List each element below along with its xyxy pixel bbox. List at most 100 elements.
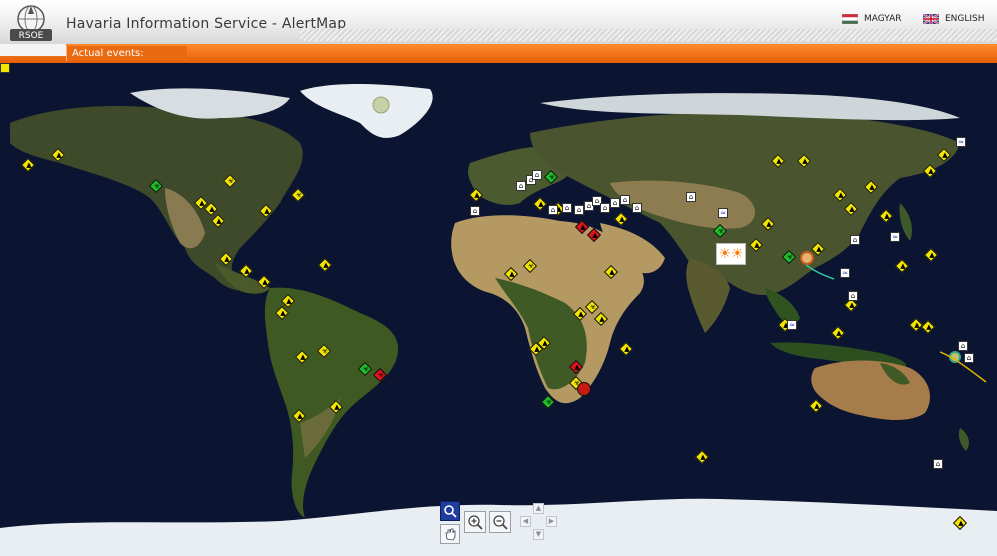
zoom-select-icon <box>444 505 457 518</box>
alert-marker-yellow[interactable]: ▲ <box>952 515 968 531</box>
language-english-label: ENGLISH <box>945 14 985 24</box>
alert-marker-yellow[interactable]: ▲ <box>808 398 824 414</box>
pan-up-icon[interactable]: ▲ <box>533 503 544 514</box>
alert-marker-yellow[interactable]: ☣ <box>522 258 538 274</box>
alert-marker-yellow[interactable]: ☣ <box>316 343 332 359</box>
alert-marker-green[interactable]: ☣ <box>543 169 559 185</box>
alert-marker-yellow[interactable]: ▲ <box>238 263 254 279</box>
alert-marker-yellow[interactable]: ▲ <box>218 251 234 267</box>
alert-marker-yellow[interactable]: ▲ <box>50 147 66 163</box>
svg-text:RSOE: RSOE <box>19 31 44 41</box>
alert-marker-yellow[interactable]: ▲ <box>593 311 609 327</box>
alert-marker-green[interactable]: ☣ <box>712 223 728 239</box>
event-marker-square[interactable]: ⌂ <box>600 203 610 213</box>
alert-marker-green[interactable]: ☣ <box>357 361 373 377</box>
alert-marker-red[interactable]: ▲ <box>586 227 602 243</box>
legend-toggle-icon[interactable] <box>0 63 10 73</box>
event-marker-square[interactable]: ⌂ <box>548 205 558 215</box>
world-map[interactable]: ▲ ▲ ☣ ▲ ▲ ▲ ▲ ☣ ▲ ▲ ▲ ▲ ▲ ▲ ▲ ☣ ▲ ▲ ▲ ▲ … <box>0 63 997 556</box>
alert-marker-green[interactable]: ☣ <box>540 394 556 410</box>
event-marker-square[interactable]: ⌂ <box>632 203 642 213</box>
zoom-in-button[interactable] <box>464 511 486 533</box>
event-marker-square[interactable]: ⌂ <box>470 206 480 216</box>
language-hungarian-label: MAGYAR <box>864 14 902 24</box>
alert-marker-yellow[interactable]: ▲ <box>468 187 484 203</box>
actual-events-label: Actual events: <box>72 48 144 59</box>
alert-marker-yellow[interactable]: ▲ <box>843 201 859 217</box>
cyclone-track-icon <box>940 351 987 383</box>
event-marker-blue[interactable]: ≈ <box>840 268 850 278</box>
language-english-link[interactable]: ENGLISH <box>923 14 985 24</box>
alert-marker-yellow[interactable]: ☣ <box>290 187 306 203</box>
alert-marker-yellow[interactable]: ▲ <box>894 258 910 274</box>
alert-marker-yellow[interactable]: ▲ <box>694 449 710 465</box>
zoom-out-icon <box>493 515 508 530</box>
pan-hand-icon <box>445 528 456 541</box>
event-marker-square[interactable]: ⌂ <box>562 203 572 213</box>
alert-marker-yellow[interactable]: ▲ <box>291 408 307 424</box>
alert-marker-yellow[interactable]: ▲ <box>503 266 519 282</box>
alert-marker-yellow[interactable]: ▲ <box>294 349 310 365</box>
alert-marker-yellow[interactable]: ▲ <box>258 203 274 219</box>
header-stripes <box>300 29 997 41</box>
zoom-in-icon <box>468 515 483 530</box>
rsoe-logo[interactable]: RSOE <box>8 4 54 44</box>
alert-marker-yellow[interactable]: ▲ <box>770 153 786 169</box>
alert-marker-yellow[interactable]: ▲ <box>922 163 938 179</box>
event-marker-blue[interactable]: ≈ <box>718 208 728 218</box>
alert-marker-yellow[interactable]: ▲ <box>810 241 826 257</box>
alert-marker-yellow[interactable]: ▲ <box>274 305 290 321</box>
zoom-out-button[interactable] <box>489 511 511 533</box>
alert-marker-yellow[interactable]: ▲ <box>796 153 812 169</box>
alert-marker-yellow[interactable]: ▲ <box>830 325 846 341</box>
alert-marker-yellow[interactable]: ▲ <box>923 247 939 263</box>
alert-marker-yellow[interactable]: ▲ <box>613 211 629 227</box>
alert-marker-yellow[interactable]: ▲ <box>843 297 859 313</box>
alert-marker-yellow[interactable]: ▲ <box>863 179 879 195</box>
alert-marker-red[interactable] <box>576 381 591 396</box>
alert-marker-yellow[interactable]: ▲ <box>20 157 36 173</box>
alert-marker-yellow[interactable]: ▲ <box>760 216 776 232</box>
event-marker-square[interactable]: ⌂ <box>686 192 696 202</box>
event-marker-square[interactable]: ⌂ <box>850 235 860 245</box>
alert-marker-green[interactable]: ☣ <box>781 249 797 265</box>
uk-flag-icon <box>923 14 939 24</box>
alert-marker-yellow[interactable]: ▲ <box>603 264 619 280</box>
event-marker-square[interactable]: ⌂ <box>532 170 542 180</box>
event-marker-blue[interactable]: ≈ <box>787 320 797 330</box>
event-marker-blue[interactable]: ≈ <box>890 232 900 242</box>
alert-marker-yellow[interactable]: ▲ <box>210 213 226 229</box>
pan-left-icon[interactable]: ◀ <box>520 516 531 527</box>
event-marker-square[interactable]: ⌂ <box>516 181 526 191</box>
event-marker-square[interactable]: ⌂ <box>933 459 943 469</box>
alert-marker-yellow[interactable]: ▲ <box>536 335 552 351</box>
alertmap-app: RSOE Havaria Information Service - Alert… <box>0 0 997 556</box>
heat-wave-icon[interactable]: ☀☀ <box>716 243 746 265</box>
alert-marker-yellow[interactable]: ▲ <box>256 274 272 290</box>
alert-marker-yellow[interactable]: ☣ <box>222 173 238 189</box>
alert-marker-yellow[interactable]: ▲ <box>936 147 952 163</box>
pan-hand-button[interactable] <box>440 524 460 544</box>
alert-marker-yellow[interactable]: ▲ <box>532 196 548 212</box>
alert-marker-yellow[interactable]: ▲ <box>618 341 634 357</box>
alert-marker-red[interactable]: ☣ <box>372 367 388 383</box>
zoom-select-button[interactable] <box>440 501 460 521</box>
header: RSOE Havaria Information Service - Alert… <box>0 0 997 45</box>
pan-right-icon[interactable]: ▶ <box>546 516 557 527</box>
alert-marker-yellow[interactable]: ▲ <box>317 257 333 273</box>
alert-marker-green[interactable]: ☣ <box>148 178 164 194</box>
storm-track-icon <box>806 264 835 280</box>
alert-marker-red[interactable]: ▲ <box>568 359 584 375</box>
pan-down-icon[interactable]: ▼ <box>533 529 544 540</box>
event-marker-blue[interactable]: ≈ <box>956 137 966 147</box>
event-marker-square[interactable]: ⌂ <box>848 291 858 301</box>
alert-marker-yellow[interactable]: ▲ <box>748 237 764 253</box>
alert-marker-yellow[interactable]: ▲ <box>878 208 894 224</box>
alert-marker-yellow[interactable]: ▲ <box>832 187 848 203</box>
alert-marker-yellow[interactable]: ▲ <box>328 399 344 415</box>
alert-marker-yellow[interactable]: ▲ <box>920 319 936 335</box>
event-marker-square[interactable]: ⌂ <box>620 195 630 205</box>
event-marker-square[interactable]: ⌂ <box>610 198 620 208</box>
event-marker-square[interactable]: ⌂ <box>574 205 584 215</box>
language-hungarian-link[interactable]: MAGYAR <box>842 14 902 24</box>
